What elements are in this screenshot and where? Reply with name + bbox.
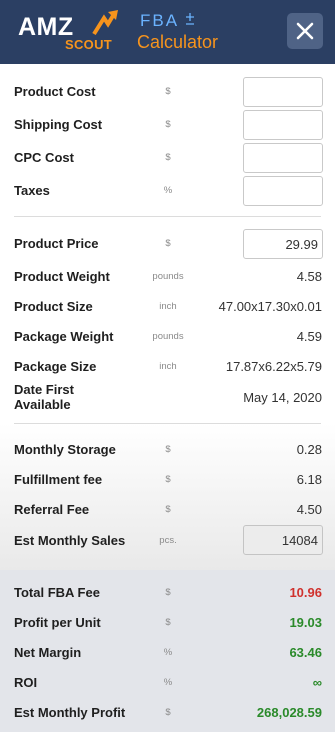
shipping-cost-label: Shipping Cost <box>14 117 103 132</box>
close-button[interactable] <box>287 13 323 49</box>
product-size-unit: inch <box>159 301 177 312</box>
total-fba-fee-unit: $ <box>165 587 171 598</box>
product-price-unit: $ <box>165 238 171 249</box>
product-weight-label: Product Weight <box>14 269 110 284</box>
row-referral-fee: Referral Fee $ 4.50 <box>0 495 335 525</box>
row-package-weight: Package Weight pounds 4.59 <box>0 322 335 352</box>
row-product-weight: Product Weight pounds 4.58 <box>0 262 335 292</box>
est-monthly-profit-value: 268,028.59 <box>256 705 322 720</box>
row-product-price: Product Price $ <box>0 229 335 259</box>
logo-calculator-text: Calculator <box>137 32 219 52</box>
net-margin-unit: % <box>163 647 173 658</box>
logo-fba-text: FBA <box>140 11 180 30</box>
product-weight-value: 4.58 <box>296 269 322 284</box>
cpc-cost-label: CPC Cost <box>14 150 74 165</box>
package-weight-value: 4.59 <box>296 329 322 344</box>
fulfillment-fee-unit: $ <box>165 474 171 485</box>
package-size-value: 17.87x6.22x5.79 <box>225 359 322 374</box>
fulfillment-fee-value: 6.18 <box>296 472 322 487</box>
taxes-input[interactable] <box>243 176 323 206</box>
taxes-unit: % <box>163 185 173 196</box>
referral-fee-label: Referral Fee <box>14 502 90 517</box>
package-size-unit: inch <box>159 361 177 372</box>
fulfillment-fee-label: Fulfillment fee <box>14 472 103 487</box>
row-fulfillment-fee: Fulfillment fee $ 6.18 <box>0 465 335 495</box>
referral-fee-unit: $ <box>165 504 171 515</box>
product-cost-unit: $ <box>165 86 171 97</box>
product-size-label: Product Size <box>14 299 93 314</box>
cpc-cost-input[interactable] <box>243 143 323 173</box>
date-first-value: May 14, 2020 <box>243 390 322 405</box>
divider <box>14 216 321 217</box>
row-est-monthly-sales: Est Monthly Sales pcs. <box>0 525 335 555</box>
package-weight-label: Package Weight <box>14 329 114 344</box>
product-price-input[interactable] <box>243 229 323 259</box>
package-size-label: Package Size <box>14 359 97 374</box>
row-net-margin: Net Margin % 63.46 <box>0 637 335 667</box>
package-weight-unit: pounds <box>152 331 184 342</box>
product-weight-unit: pounds <box>152 271 184 282</box>
row-product-size: Product Size inch 47.00x17.30x0.01 <box>0 292 335 322</box>
row-product-cost: Product Cost $ <box>0 77 335 107</box>
est-monthly-sales-label: Est Monthly Sales <box>14 533 126 548</box>
net-margin-label: Net Margin <box>14 645 82 660</box>
cpc-cost-unit: $ <box>165 152 171 163</box>
row-taxes: Taxes % <box>0 176 335 206</box>
total-fba-fee-label: Total FBA Fee <box>14 585 100 600</box>
logo-arrow-icon <box>92 10 118 36</box>
row-package-size: Package Size inch 17.87x6.22x5.79 <box>0 352 335 382</box>
product-price-label: Product Price <box>14 236 99 251</box>
monthly-storage-label: Monthly Storage <box>14 442 116 457</box>
est-monthly-sales-input[interactable] <box>243 525 323 555</box>
monthly-storage-value: 0.28 <box>296 442 322 457</box>
row-est-monthly-profit: Est Monthly Profit $ 268,028.59 <box>0 697 335 727</box>
divider <box>14 423 321 424</box>
row-date-first-available: Date First Available May 14, 2020 <box>0 380 335 416</box>
close-icon <box>296 22 314 40</box>
est-monthly-sales-unit: pcs. <box>159 535 177 546</box>
row-roi: ROI % ∞ <box>0 667 335 697</box>
est-monthly-profit-label: Est Monthly Profit <box>14 705 126 720</box>
roi-value: ∞ <box>312 675 322 690</box>
monthly-storage-unit: $ <box>165 444 171 455</box>
net-margin-value: 63.46 <box>289 645 322 660</box>
product-cost-label: Product Cost <box>14 84 96 99</box>
profit-per-unit-unit: $ <box>165 617 171 628</box>
row-total-fba-fee: Total FBA Fee $ 10.96 <box>0 577 335 607</box>
row-profit-per-unit: Profit per Unit $ 19.03 <box>0 607 335 637</box>
app-header: AMZ SCOUT FBA Calculator <box>0 0 335 64</box>
referral-fee-value: 4.50 <box>296 502 322 517</box>
logo-scout-text: SCOUT <box>65 37 112 52</box>
logo-plus-minus-icon <box>186 13 194 25</box>
roi-label: ROI <box>14 675 38 690</box>
profit-per-unit-value: 19.03 <box>289 615 322 630</box>
shipping-cost-unit: $ <box>165 119 171 130</box>
est-monthly-profit-unit: $ <box>165 707 171 718</box>
taxes-label: Taxes <box>14 183 50 198</box>
product-size-value: 47.00x17.30x0.01 <box>218 299 322 314</box>
roi-unit: % <box>163 677 173 688</box>
shipping-cost-input[interactable] <box>243 110 323 140</box>
row-monthly-storage: Monthly Storage $ 0.28 <box>0 435 335 465</box>
row-cpc-cost: CPC Cost $ <box>0 143 335 173</box>
product-cost-input[interactable] <box>243 77 323 107</box>
date-first-label-line2: Available <box>14 397 71 412</box>
profit-per-unit-label: Profit per Unit <box>14 615 101 630</box>
row-shipping-cost: Shipping Cost $ <box>0 110 335 140</box>
date-first-label-line1: Date First <box>14 382 74 397</box>
total-fba-fee-value: 10.96 <box>289 585 322 600</box>
